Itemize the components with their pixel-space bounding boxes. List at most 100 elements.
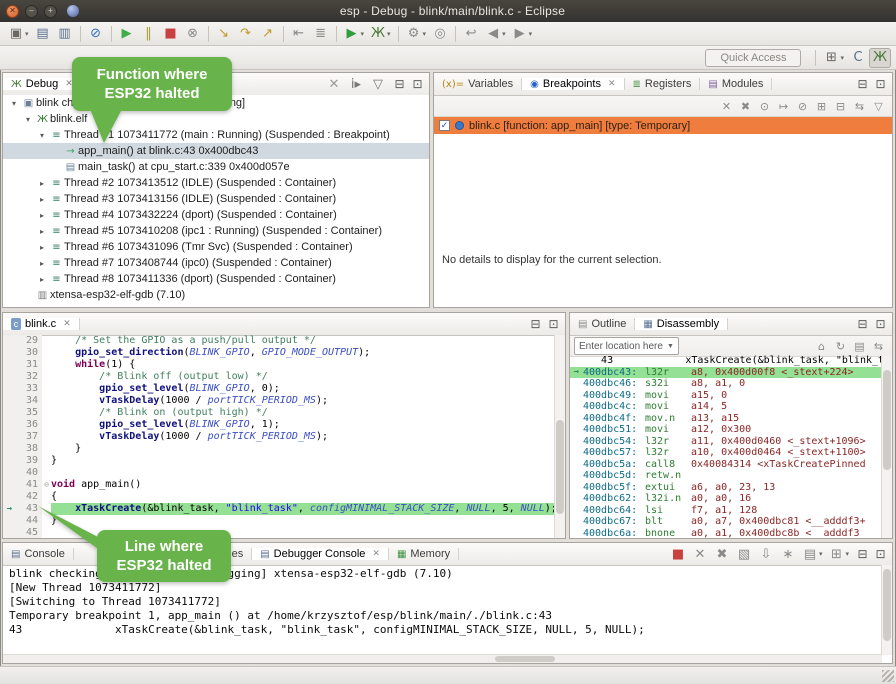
open-console-icon[interactable]: ⊞: [825, 544, 847, 564]
instruction-pointer-icon[interactable]: [3, 491, 16, 503]
disassembly-line[interactable]: 400dbc5f:extuia6, a0, 23, 13: [570, 482, 882, 494]
instruction-pointer-icon[interactable]: [3, 443, 16, 455]
go-to-file-icon[interactable]: ↦: [774, 98, 793, 114]
maximize-icon[interactable]: ⊡: [410, 77, 425, 91]
editor-line[interactable]: 39}: [3, 455, 555, 467]
debug-tree-item[interactable]: ▸≡Thread #2 1073413512 (IDLE) (Suspended…: [3, 175, 429, 191]
run-dropdown-icon[interactable]: ▾: [361, 30, 365, 38]
tree-expander-icon[interactable]: ▸: [35, 227, 49, 236]
save-all-icon[interactable]: ▥: [54, 24, 76, 44]
line-number[interactable]: 30: [16, 347, 42, 359]
home-icon[interactable]: ⌂: [812, 338, 831, 354]
refresh-icon[interactable]: ↻: [831, 338, 850, 354]
forward-icon[interactable]: ▶: [509, 24, 531, 44]
debug-tree-item[interactable]: ▸≡Thread #3 1073413156 (IDLE) (Suspended…: [3, 191, 429, 207]
skip-all-breakpoints-icon[interactable]: ⊘: [85, 24, 107, 44]
instruction-pointer-icon[interactable]: [3, 479, 16, 491]
disassembly-line[interactable]: 43 xTaskCreate(&blink_task, "blink_tas: [570, 355, 882, 367]
disassembly-scrollbar[interactable]: [881, 355, 892, 538]
open-console-dropdown-icon[interactable]: ▾: [845, 550, 849, 558]
resize-grip[interactable]: [882, 670, 894, 682]
instruction-pointer-icon[interactable]: [3, 395, 16, 407]
tab-variables[interactable]: (x)=Variables: [434, 78, 522, 90]
last-edit-location-icon[interactable]: ↩: [460, 24, 482, 44]
tree-expander-icon[interactable]: ▸: [35, 211, 49, 220]
remove-launch-icon[interactable]: ✕: [689, 544, 711, 564]
external-tools-icon[interactable]: ⚙: [403, 24, 425, 44]
code-text[interactable]: }: [51, 443, 555, 455]
code-text[interactable]: }: [51, 455, 555, 467]
instruction-stepping-icon[interactable]: ≣: [310, 24, 332, 44]
instruction-pointer-icon[interactable]: [3, 527, 16, 538]
tab-outline[interactable]: ▤Outline: [570, 318, 635, 330]
forward-dropdown-icon[interactable]: ▾: [529, 30, 533, 38]
scrollbar-thumb[interactable]: [883, 370, 891, 471]
view-menu-icon[interactable]: ▽: [869, 98, 888, 114]
link-with-active-context-icon[interactable]: ⇆: [869, 338, 888, 354]
terminate-icon[interactable]: ■: [667, 544, 689, 564]
instruction-pointer-icon[interactable]: [3, 419, 16, 431]
debug-perspective-icon[interactable]: Ж: [869, 48, 891, 68]
instruction-pointer-icon[interactable]: →: [3, 503, 16, 515]
scroll-lock-icon[interactable]: ⇩: [755, 544, 777, 564]
console-scrollbar[interactable]: [881, 565, 892, 655]
disassembly-line[interactable]: 400dbc6a:bnonea0, a1, 0x400dbc8b <__addd…: [570, 528, 882, 539]
disassembly-line[interactable]: 400dbc64:lsif7, a1, 128: [570, 505, 882, 517]
minimize-icon[interactable]: ⊟: [855, 77, 870, 91]
new-wizard-icon[interactable]: ▣: [5, 24, 27, 44]
line-number[interactable]: 29: [16, 335, 42, 347]
tab-registers[interactable]: ≣Registers: [625, 78, 701, 90]
breakpoint-checkbox[interactable]: ✓: [439, 120, 450, 131]
back-dropdown-icon[interactable]: ▾: [502, 30, 506, 38]
disassembly-view[interactable]: 43 xTaskCreate(&blink_task, "blink_tas→4…: [570, 355, 882, 538]
skip-all-breakpoints-icon[interactable]: ⊘: [793, 98, 812, 114]
instruction-pointer-icon[interactable]: [3, 467, 16, 479]
debug-tree-item[interactable]: ▸≡Thread #4 1073432224 (dport) (Suspende…: [3, 207, 429, 223]
instruction-pointer-icon[interactable]: [3, 431, 16, 443]
pin-console-icon[interactable]: ∗: [777, 544, 799, 564]
tree-expander-icon[interactable]: ▾: [7, 99, 21, 108]
editor-line[interactable]: 41⊖void app_main(): [3, 479, 555, 491]
search-icon[interactable]: ◎: [429, 24, 451, 44]
instruction-pointer-icon[interactable]: [3, 383, 16, 395]
tree-expander-icon[interactable]: ▸: [35, 195, 49, 204]
suspend-icon[interactable]: ‖: [138, 24, 160, 44]
maximize-icon[interactable]: ⊡: [873, 317, 888, 331]
instruction-step-mode-icon[interactable]: i▸: [345, 74, 367, 94]
code-text[interactable]: gpio_set_level(BLINK_GPIO, 0);: [51, 383, 555, 395]
code-text[interactable]: /* Set the GPIO as a push/pull output */: [51, 335, 555, 347]
line-number[interactable]: 41: [16, 479, 42, 491]
tab-disassembly[interactable]: ▦Disassembly: [635, 318, 728, 330]
debug-icon[interactable]: Ж: [367, 24, 389, 44]
new-wizard-dropdown-icon[interactable]: ▾: [25, 30, 29, 38]
scrollbar-thumb[interactable]: [495, 656, 555, 662]
editor-scrollbar[interactable]: [554, 335, 565, 538]
debug-tree-item[interactable]: ▥xtensa-esp32-elf-gdb (7.10): [3, 287, 429, 303]
debug-dropdown-icon[interactable]: ▾: [387, 30, 391, 38]
editor-line[interactable]: 29 /* Set the GPIO as a push/pull output…: [3, 335, 555, 347]
back-icon[interactable]: ◀: [482, 24, 504, 44]
line-number[interactable]: 39: [16, 455, 42, 467]
instruction-pointer-icon[interactable]: [3, 359, 16, 371]
instruction-pointer-icon[interactable]: [3, 335, 16, 347]
debug-tree-item[interactable]: ▸≡Thread #7 1073408744 (ipc0) (Suspended…: [3, 255, 429, 271]
disassembly-line[interactable]: →400dbc43:l32ra8, 0x400d00f8 <_stext+224…: [570, 367, 882, 379]
chevron-down-icon[interactable]: ▼: [667, 343, 674, 350]
tab-memory[interactable]: ▦Memory: [389, 548, 459, 560]
instruction-pointer-icon[interactable]: [3, 515, 16, 527]
disassembly-line[interactable]: 400dbc67:blta0, a7, 0x400dbc81 <__adddf3…: [570, 516, 882, 528]
window-close-button[interactable]: ✕: [6, 5, 19, 18]
editor-line[interactable]: 37 vTaskDelay(1000 / portTICK_PERIOD_MS)…: [3, 431, 555, 443]
editor-line[interactable]: 33 gpio_set_level(BLINK_GPIO, 0);: [3, 383, 555, 395]
resume-icon[interactable]: ▶: [116, 24, 138, 44]
editor-line[interactable]: 35 /* Blink on (output high) */: [3, 407, 555, 419]
remove-breakpoint-icon[interactable]: ✕: [717, 98, 736, 114]
minimize-icon[interactable]: ⊟: [528, 317, 543, 331]
remove-all-breakpoints-icon[interactable]: ✖: [736, 98, 755, 114]
external-tools-dropdown-icon[interactable]: ▾: [423, 30, 427, 38]
terminate-icon[interactable]: ■: [160, 24, 182, 44]
save-icon[interactable]: ▤: [32, 24, 54, 44]
window-maximize-button[interactable]: +: [44, 5, 57, 18]
debug-tree-item[interactable]: ▸≡Thread #6 1073431096 (Tmr Svc) (Suspen…: [3, 239, 429, 255]
line-number[interactable]: 37: [16, 431, 42, 443]
